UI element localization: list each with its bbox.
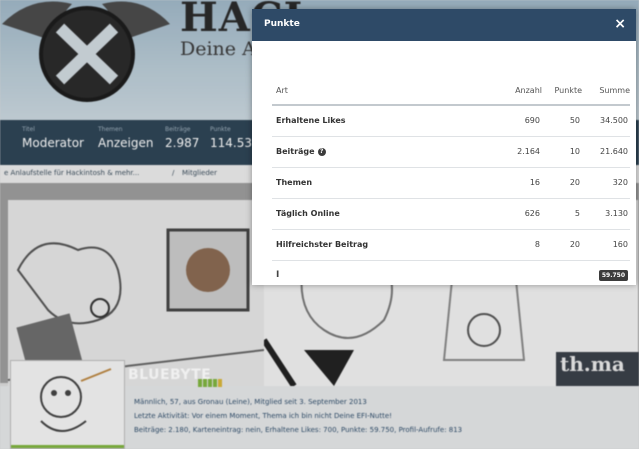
row-summe: 21.640 — [582, 136, 630, 168]
total-empty — [472, 260, 542, 290]
table-row: Themen 16 20 320 — [272, 167, 630, 199]
row-art: Erhaltene Likes — [272, 105, 472, 137]
row-summe: 3.130 — [582, 198, 630, 230]
row-anzahl: 2.164 — [472, 136, 542, 168]
row-anzahl: 8 — [472, 229, 542, 261]
total-empty — [542, 260, 582, 290]
dialog-title: Punkte — [264, 19, 300, 29]
row-anzahl: 626 — [472, 198, 542, 230]
column-header-anzahl: Anzahl — [472, 77, 542, 106]
row-punkte: 20 — [542, 229, 582, 261]
table-header-row: Art Anzahl Punkte Summe — [272, 77, 630, 106]
row-art: Hilfreichster Beitrag — [272, 229, 472, 261]
points-table: Art Anzahl Punkte Summe Erhaltene Likes … — [272, 77, 630, 290]
row-punkte: 10 — [542, 136, 582, 168]
row-art-cell: Beiträge? — [272, 136, 472, 168]
info-icon[interactable]: ? — [317, 147, 326, 156]
total-badge: 59.750 — [598, 269, 628, 281]
row-summe: 34.500 — [582, 105, 630, 137]
column-header-punkte: Punkte — [542, 77, 582, 106]
row-summe: 160 — [582, 229, 630, 261]
row-punkte: 50 — [542, 105, 582, 137]
row-punkte: 20 — [542, 167, 582, 199]
table-row: Erhaltene Likes 690 50 34.500 — [272, 105, 630, 137]
table-row: Hilfreichster Beitrag 8 20 160 — [272, 229, 630, 261]
points-dialog: Punkte × Art Anzahl Punkte Summe Erhalte… — [252, 9, 636, 285]
dialog-header: Punkte × — [252, 9, 636, 41]
text-cursor-icon: I — [276, 270, 280, 281]
row-anzahl: 690 — [472, 105, 542, 137]
total-row: I 59.750 — [272, 260, 630, 290]
column-header-art: Art — [272, 77, 472, 106]
row-art: Themen — [272, 167, 472, 199]
row-summe: 320 — [582, 167, 630, 199]
total-cell: 59.750 — [582, 260, 630, 290]
total-label: I — [272, 260, 472, 290]
row-punkte: 5 — [542, 198, 582, 230]
row-art: Täglich Online — [272, 198, 472, 230]
table-row: Beiträge? 2.164 10 21.640 — [272, 136, 630, 168]
close-icon[interactable]: × — [614, 16, 626, 32]
table-row: Täglich Online 626 5 3.130 — [272, 198, 630, 230]
column-header-summe: Summe — [582, 77, 630, 106]
row-art: Beiträge — [276, 147, 315, 156]
row-anzahl: 16 — [472, 167, 542, 199]
